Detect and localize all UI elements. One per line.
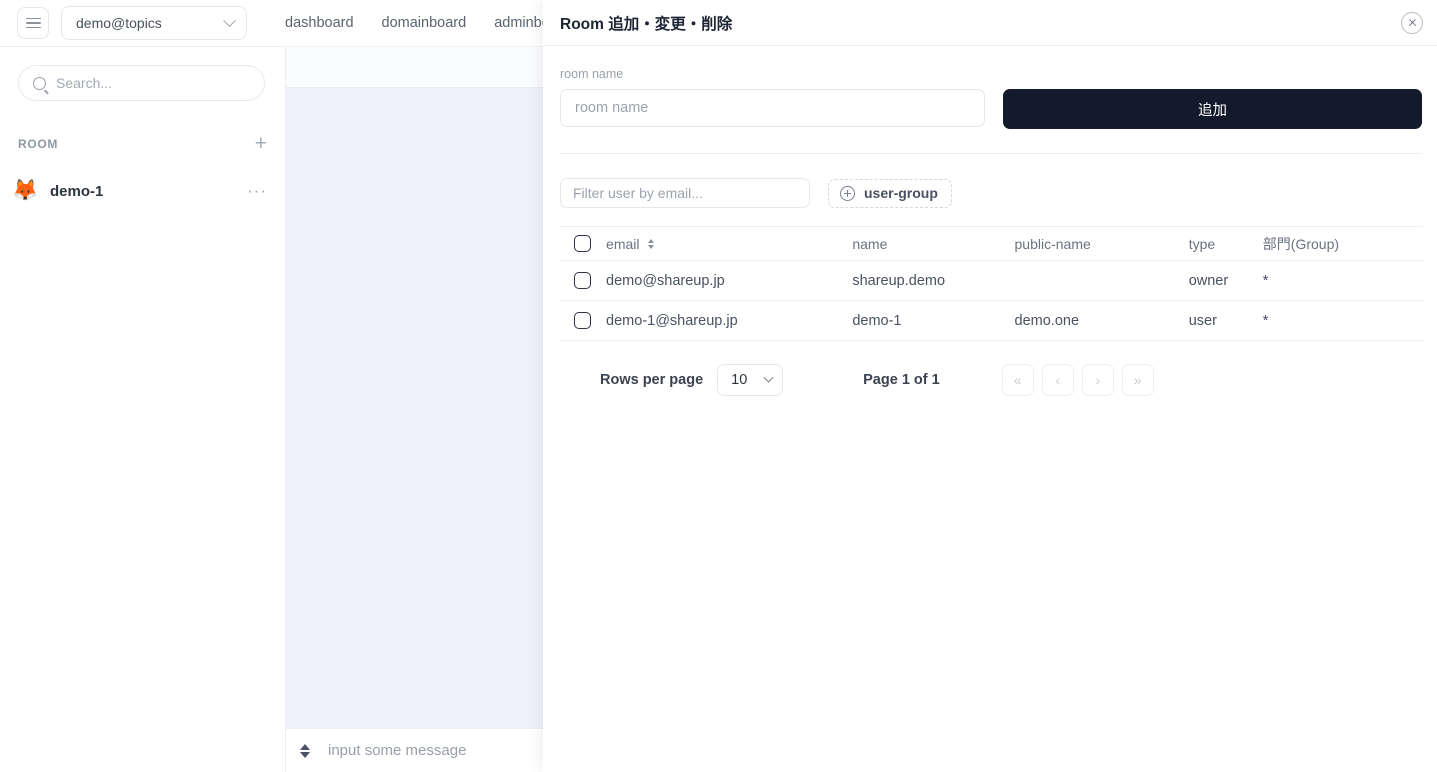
cell-name: shareup.demo <box>852 272 946 289</box>
first-page-button[interactable]: « <box>1001 364 1034 396</box>
nav-tabs: dashboard domainboard adminboard <box>285 15 571 31</box>
chevron-down-icon <box>223 13 236 27</box>
room-edit-modal: Room 追加・変更・削除 room name 追加 user-group <box>543 0 1437 772</box>
cell-public-name: demo.one <box>1014 312 1080 329</box>
rows-per-page-value: 10 <box>731 372 748 388</box>
col-group[interactable]: 部門(Group) <box>1263 227 1423 261</box>
row-select-cell <box>560 301 606 341</box>
filter-user-input[interactable] <box>560 178 810 208</box>
user-group-button-label: user-group <box>864 185 938 201</box>
cell-name: demo-1 <box>852 312 902 329</box>
col-public-name[interactable]: public-name <box>1015 227 1189 261</box>
col-email[interactable]: email <box>606 227 852 261</box>
room-name-row: 追加 <box>560 89 1422 129</box>
room-section-header: ROOM + <box>18 133 267 154</box>
table-row[interactable]: demo-1@shareup.jp demo-1 demo.one user * <box>560 301 1423 341</box>
page-title: Room 追加・変更・削除 <box>560 15 733 33</box>
table-header-row: email name public-name type 部門(Group) <box>560 226 1423 261</box>
account-select[interactable]: demo@topics <box>61 6 247 40</box>
prev-page-button[interactable]: ‹ <box>1041 364 1074 396</box>
user-group-button[interactable]: user-group <box>828 178 952 208</box>
cell-email: demo@shareup.jp <box>606 272 725 289</box>
app-root: demo@topics dashboard domainboard adminb… <box>0 0 1437 772</box>
row-select-cell <box>560 261 606 301</box>
select-all-checkbox[interactable] <box>574 235 591 252</box>
col-select-all <box>560 227 606 261</box>
rows-per-page-label: Rows per page <box>600 372 704 388</box>
room-name-label: room name <box>560 67 624 81</box>
filter-row: user-group <box>560 178 1422 208</box>
tab-domainboard[interactable]: domainboard <box>382 15 467 31</box>
col-type[interactable]: type <box>1189 227 1263 261</box>
circle-plus-icon <box>840 185 855 201</box>
chat-message-input[interactable]: input some message <box>328 742 466 759</box>
close-icon[interactable] <box>1401 11 1423 34</box>
add-button[interactable]: 追加 <box>1003 89 1422 129</box>
users-table-body: demo@shareup.jp shareup.demo owner * dem… <box>560 261 1423 341</box>
cell-type: user <box>1188 312 1217 329</box>
cell-public-name <box>1015 261 1189 301</box>
sort-icon[interactable] <box>647 238 654 249</box>
cell-type: owner <box>1188 272 1229 289</box>
col-name[interactable]: name <box>852 227 1014 261</box>
add-room-icon[interactable]: + <box>255 133 267 154</box>
room-list: 🦊 demo-1 ··· <box>0 170 285 212</box>
row-checkbox[interactable] <box>574 312 591 329</box>
sidebar: Search... ROOM + 🦊 demo-1 ··· <box>0 47 286 772</box>
last-page-button[interactable]: » <box>1121 364 1154 396</box>
users-table: email name public-name type 部門(Group) de… <box>560 226 1423 341</box>
sidebar-item-demo-1[interactable]: 🦊 demo-1 ··· <box>0 170 285 212</box>
room-section-title: ROOM <box>18 136 59 151</box>
account-select-value: demo@topics <box>76 15 162 31</box>
cell-group: * <box>1262 272 1269 289</box>
cell-group: * <box>1262 312 1269 329</box>
page-info: Page 1 of 1 <box>863 372 940 388</box>
next-page-button[interactable]: › <box>1081 364 1114 396</box>
pagination: Rows per page 10 Page 1 of 1 « ‹ › » <box>560 364 1422 396</box>
users-table-head: email name public-name type 部門(Group) <box>560 226 1423 261</box>
row-checkbox[interactable] <box>574 272 591 289</box>
room-name-input[interactable] <box>560 89 985 127</box>
hamburger-icon[interactable] <box>17 7 49 39</box>
pagination-buttons: « ‹ › » <box>1001 364 1154 396</box>
table-row[interactable]: demo@shareup.jp shareup.demo owner * <box>560 261 1423 301</box>
room-options-icon[interactable]: ··· <box>247 181 267 201</box>
search-input[interactable]: Search... <box>18 65 265 101</box>
up-down-chevron-icon[interactable] <box>300 743 310 758</box>
tab-dashboard[interactable]: dashboard <box>285 15 354 31</box>
room-item-label: demo-1 <box>50 182 104 200</box>
cell-email: demo-1@shareup.jp <box>606 312 738 329</box>
section-divider <box>560 153 1422 154</box>
modal-header: Room 追加・変更・削除 <box>543 0 1437 46</box>
chevron-down-icon <box>763 372 774 383</box>
search-icon <box>33 76 46 90</box>
fox-avatar-icon: 🦊 <box>12 179 39 202</box>
rows-per-page-select[interactable]: 10 <box>717 364 784 396</box>
col-email-label: email <box>606 235 640 252</box>
modal-body: room name 追加 user-group <box>543 46 1437 396</box>
search-placeholder: Search... <box>56 75 113 91</box>
